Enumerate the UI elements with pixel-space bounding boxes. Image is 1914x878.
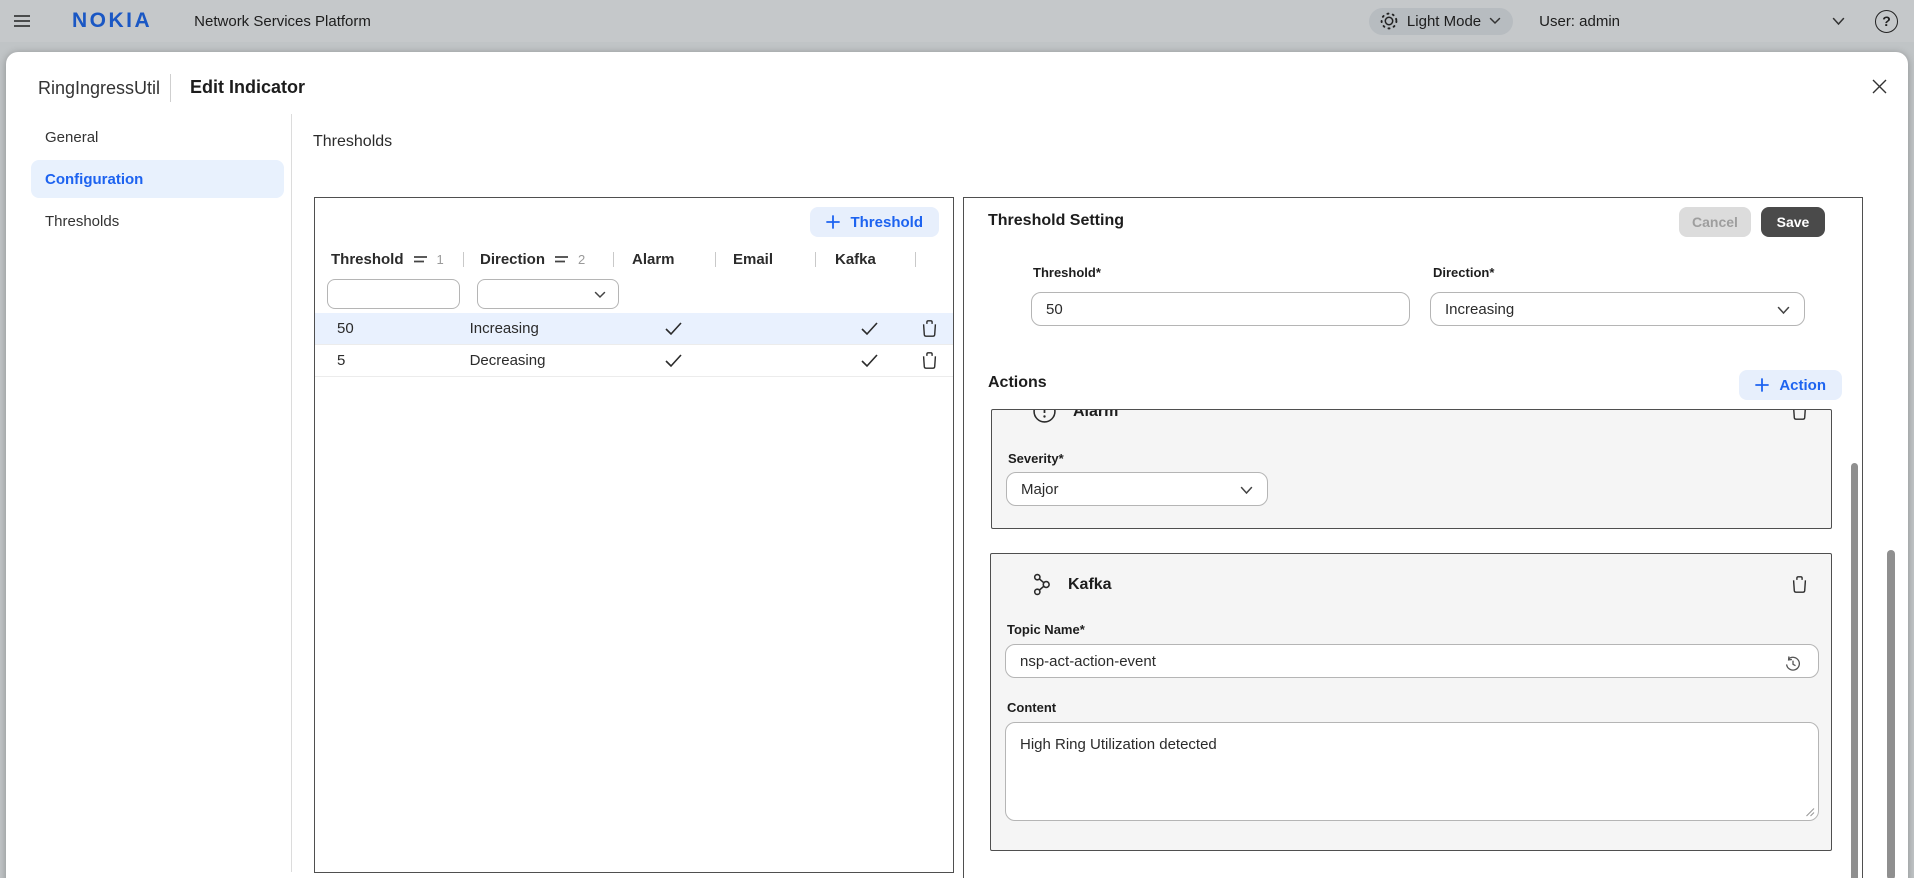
chevron-down-icon — [594, 291, 606, 299]
alarm-checkmark-icon — [624, 353, 723, 368]
cell-direction: Decreasing — [470, 352, 624, 369]
kafka-icon — [1031, 573, 1052, 596]
kafka-checkmark-icon — [821, 353, 918, 368]
page-scrollbar-thumb[interactable] — [1887, 550, 1895, 878]
delete-row-button[interactable] — [918, 316, 941, 341]
plus-icon — [1755, 378, 1769, 392]
delete-kafka-action-button[interactable] — [1788, 572, 1811, 597]
alarm-action-card: Alarm Severity* Major — [991, 409, 1832, 529]
alarm-checkmark-icon — [624, 321, 723, 336]
add-action-button[interactable]: Action — [1739, 370, 1842, 400]
delete-row-button[interactable] — [918, 348, 941, 373]
column-header-email[interactable]: Email — [716, 251, 815, 268]
save-button[interactable]: Save — [1761, 207, 1825, 237]
theme-mode-label: Light Mode — [1407, 13, 1481, 30]
sidebar-item-general[interactable]: General — [31, 118, 284, 156]
actions-scroll-area: Alarm Severity* Major — [964, 409, 1862, 878]
nokia-logo: NOKIA — [72, 9, 152, 33]
header-divider — [170, 74, 171, 102]
close-icon[interactable] — [1867, 74, 1892, 99]
column-separator — [915, 252, 916, 267]
threshold-setting-panel: Threshold Setting Cancel Save Threshold*… — [963, 197, 1863, 878]
cell-threshold: 50 — [315, 320, 470, 337]
panel-scrollbar-thumb[interactable] — [1851, 463, 1858, 878]
threshold-input[interactable] — [1031, 292, 1410, 326]
column-header-kafka[interactable]: Kafka — [816, 251, 915, 268]
sidebar-item-thresholds[interactable]: Thresholds — [31, 202, 284, 240]
severity-select[interactable]: Major — [1006, 472, 1268, 506]
sidebar-item-configuration[interactable]: Configuration — [31, 160, 284, 198]
trash-icon — [921, 351, 938, 370]
actions-heading: Actions — [988, 374, 1047, 392]
trash-icon — [1791, 575, 1808, 594]
sort-order-badge: 2 — [578, 252, 585, 267]
topic-name-input[interactable] — [1005, 644, 1819, 678]
user-menu-chevron-icon[interactable] — [1832, 17, 1845, 26]
page-title: Thresholds — [313, 133, 392, 151]
kafka-action-card: Kafka Topic Name* Content High Ring Util… — [990, 553, 1832, 851]
table-header-row: Threshold 1 Direction 2 Alarm Email — [315, 245, 953, 273]
dialog-title: Edit Indicator — [190, 77, 305, 98]
plus-icon — [826, 215, 840, 229]
restore-default-button[interactable] — [1781, 652, 1805, 676]
table-filter-row — [315, 279, 953, 311]
column-header-direction[interactable]: Direction 2 — [464, 251, 613, 268]
cell-direction: Increasing — [470, 320, 624, 337]
breadcrumb: RingIngressUtil — [38, 78, 160, 99]
sort-icon — [554, 254, 569, 264]
trash-icon — [921, 319, 938, 338]
edit-indicator-dialog: RingIngressUtil Edit Indicator General C… — [6, 52, 1908, 878]
direction-filter-select[interactable] — [477, 279, 619, 309]
dialog-header: RingIngressUtil Edit Indicator — [6, 52, 1908, 114]
direction-select[interactable]: Increasing — [1430, 292, 1805, 326]
table-row[interactable]: 5 Decreasing — [315, 345, 953, 377]
sidebar: General Configuration Thresholds — [6, 114, 291, 244]
threshold-filter-input[interactable] — [327, 279, 460, 309]
chevron-down-icon — [1489, 17, 1501, 25]
severity-field-label: Severity* — [1008, 451, 1064, 466]
add-threshold-button[interactable]: Threshold — [810, 207, 939, 237]
trash-icon — [1791, 409, 1808, 421]
kafka-checkmark-icon — [821, 321, 918, 336]
topic-name-field-label: Topic Name* — [1007, 622, 1085, 637]
content-field-label: Content — [1007, 700, 1056, 715]
cancel-button[interactable]: Cancel — [1679, 207, 1751, 237]
help-icon[interactable]: ? — [1875, 10, 1898, 33]
sort-order-badge: 1 — [437, 252, 444, 267]
hamburger-menu-icon[interactable] — [0, 0, 44, 42]
delete-alarm-action-button[interactable] — [1788, 409, 1811, 424]
resize-grip-icon[interactable] — [1805, 807, 1815, 817]
app-title: Network Services Platform — [194, 13, 371, 30]
thresholds-table: Threshold Threshold 1 Direction 2 Alarm — [314, 197, 954, 873]
content-textarea[interactable]: High Ring Utilization detected — [1005, 722, 1819, 821]
column-header-threshold[interactable]: Threshold 1 — [315, 251, 463, 268]
history-icon — [1784, 655, 1802, 673]
sun-icon — [1379, 11, 1399, 31]
column-header-alarm[interactable]: Alarm — [614, 251, 715, 268]
kafka-card-title: Kafka — [1068, 576, 1112, 594]
top-bar: NOKIA Network Services Platform Light Mo… — [0, 0, 1914, 42]
cell-threshold: 5 — [315, 352, 470, 369]
alarm-card-title: Alarm — [1073, 409, 1118, 421]
alarm-icon — [1032, 409, 1057, 424]
sort-icon — [413, 254, 428, 264]
chevron-down-icon — [1777, 306, 1790, 315]
chevron-down-icon — [1240, 486, 1253, 495]
threshold-field-label: Threshold* — [1033, 265, 1101, 280]
theme-mode-dropdown[interactable]: Light Mode — [1369, 8, 1513, 35]
user-label: User: admin — [1539, 13, 1620, 30]
direction-field-label: Direction* — [1433, 265, 1494, 280]
table-row[interactable]: 50 Increasing — [315, 313, 953, 345]
panel-title: Threshold Setting — [988, 212, 1124, 230]
sidebar-divider — [291, 114, 292, 872]
